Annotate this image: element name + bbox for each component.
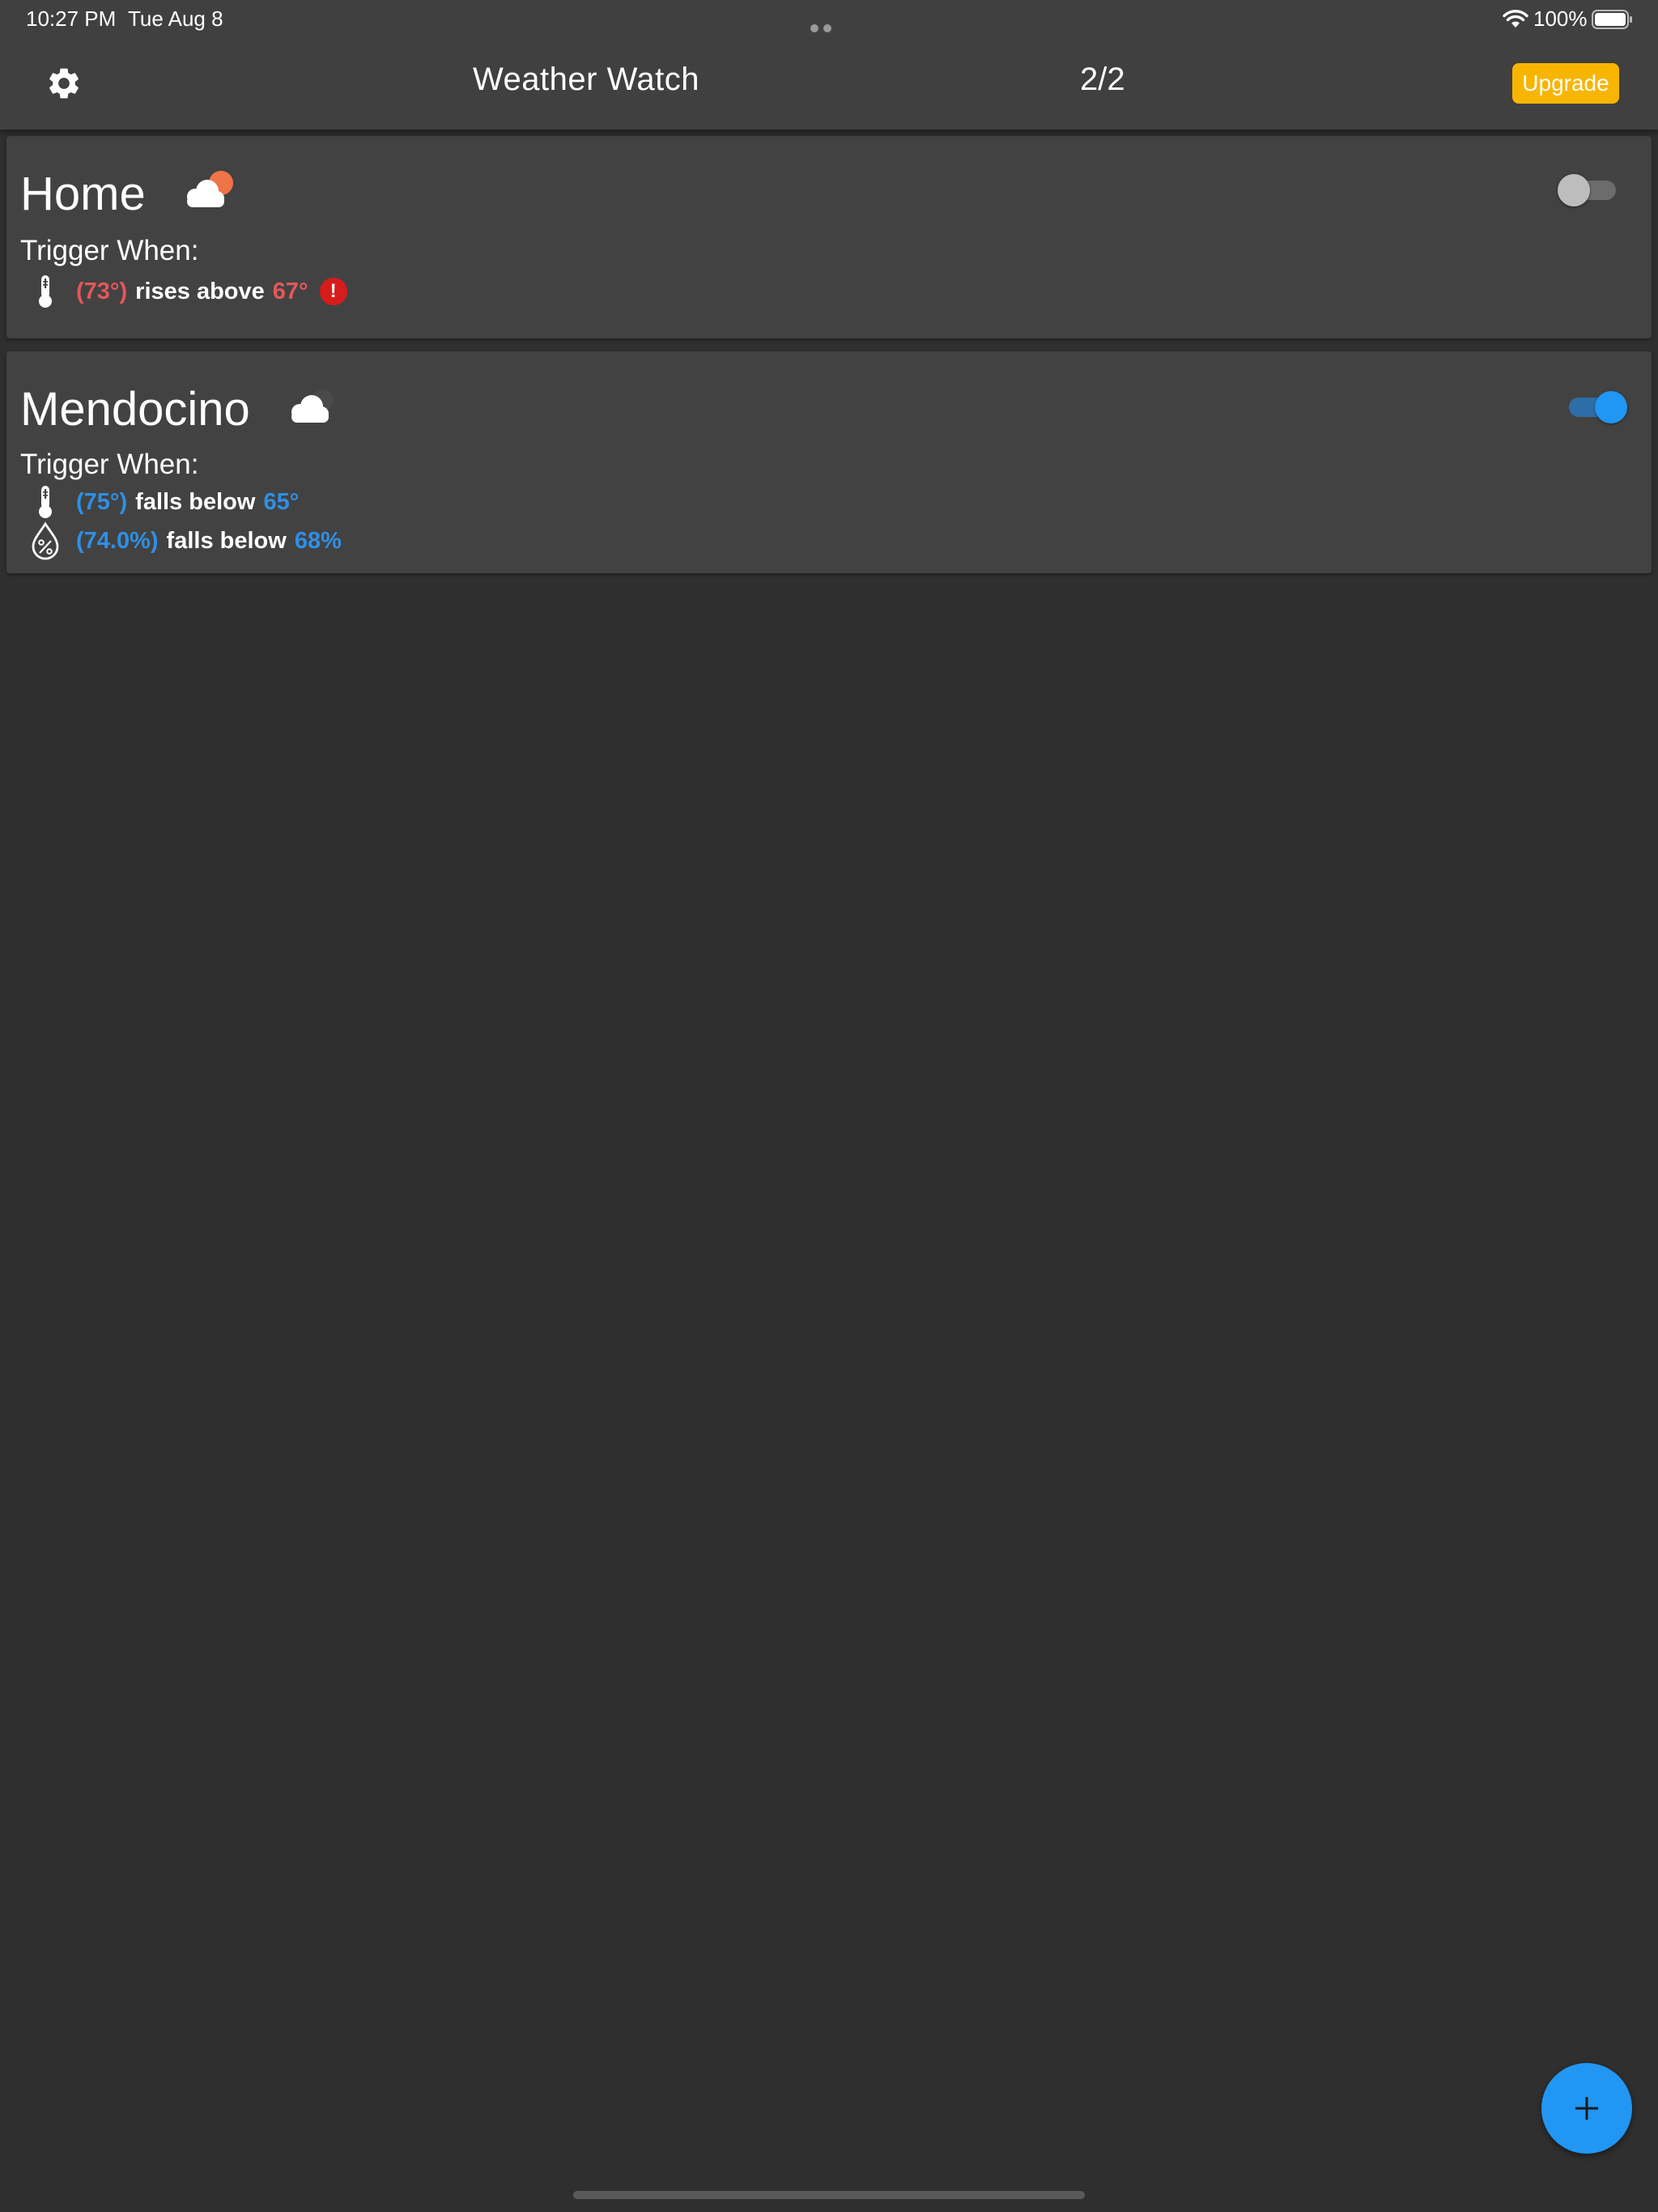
settings-gear-icon[interactable]	[45, 65, 83, 102]
condition-row-temperature[interactable]: (73°) rises above 67° !	[29, 272, 347, 311]
condition-operator: falls below	[166, 527, 287, 554]
toggle-knob	[1595, 391, 1627, 423]
condition-row-humidity[interactable]: (74.0%) falls below 68%	[29, 521, 342, 560]
app-bar: Weather Watch 2/2 Upgrade	[0, 39, 1658, 130]
partly-cloudy-day-icon	[187, 171, 233, 207]
multitasking-dots-icon[interactable]	[810, 13, 848, 57]
toggle-knob	[1558, 174, 1590, 206]
alert-icon: !	[319, 278, 347, 305]
location-name: Mendocino	[20, 383, 250, 436]
trigger-label: Trigger When:	[20, 449, 199, 480]
partly-cloudy-night-icon	[291, 389, 334, 423]
status-date: Tue Aug 8	[128, 6, 223, 31]
app-title: Weather Watch	[473, 62, 699, 97]
trigger-label: Trigger When:	[20, 235, 199, 266]
condition-row-temperature[interactable]: (75°) falls below 65°	[29, 483, 299, 521]
add-location-button[interactable]	[1541, 2063, 1632, 2154]
location-card-home[interactable]: Home Trigger When: (73°) rises above 67°…	[6, 136, 1652, 338]
location-count: 2/2	[1080, 62, 1125, 97]
location-card-mendocino[interactable]: Mendocino Trigger When: (75°) falls belo…	[6, 351, 1652, 573]
status-bar: 10:27 PM Tue Aug 8 100%	[0, 0, 1658, 57]
current-temperature: (73°)	[76, 278, 128, 304]
upgrade-button[interactable]: Upgrade	[1512, 63, 1619, 104]
battery-icon	[1592, 10, 1632, 29]
threshold-temperature: 67°	[272, 278, 308, 304]
status-time: 10:27 PM	[26, 6, 117, 31]
plus-icon	[1575, 2097, 1598, 2120]
condition-operator: rises above	[135, 278, 265, 304]
home-indicator[interactable]	[573, 2191, 1085, 2199]
battery-percent: 100%	[1533, 6, 1588, 31]
humidity-icon	[29, 521, 62, 560]
condition-operator: falls below	[135, 488, 256, 515]
threshold-humidity: 68%	[294, 527, 342, 554]
thermometer-icon	[29, 272, 62, 311]
current-humidity: (74.0%)	[76, 527, 159, 554]
location-name: Home	[20, 168, 146, 220]
threshold-temperature: 65°	[263, 488, 300, 515]
location-enabled-toggle[interactable]	[1562, 389, 1627, 424]
wifi-icon	[1503, 10, 1528, 28]
thermometer-icon	[29, 483, 62, 521]
location-enabled-toggle[interactable]	[1558, 172, 1622, 207]
current-temperature: (75°)	[76, 488, 128, 515]
